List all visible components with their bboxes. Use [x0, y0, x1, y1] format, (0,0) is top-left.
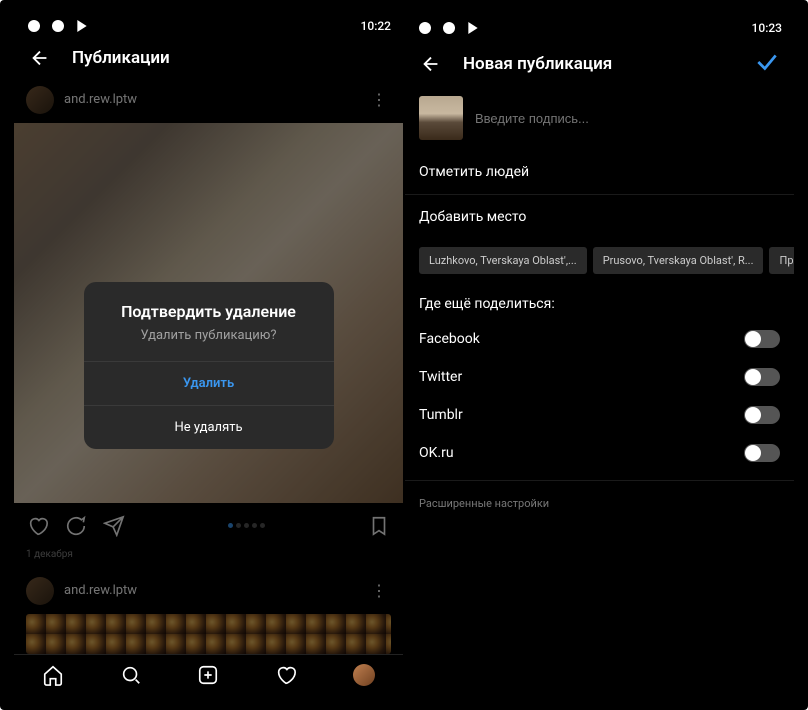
location-chip[interactable]: Прямух... — [769, 247, 794, 274]
tag-people-row[interactable]: Отметить людей — [405, 150, 794, 195]
app-header: Публикации — [14, 38, 403, 76]
modal-title: Подтвердить удаление — [84, 282, 334, 329]
viber-icon-2 — [441, 20, 457, 36]
modal-overlay: Подтвердить удаление Удалить публикацию?… — [14, 77, 403, 654]
back-button[interactable] — [419, 52, 443, 76]
status-bar: 10:23 — [405, 14, 794, 42]
toggle-okru[interactable] — [744, 444, 780, 462]
caption-row — [405, 86, 794, 150]
cancel-button[interactable]: Не удалять — [84, 405, 334, 449]
nav-activity-icon[interactable] — [273, 662, 299, 688]
app-header: Новая публикация — [405, 42, 794, 86]
nav-search-icon[interactable] — [118, 662, 144, 688]
share-label: Facebook — [419, 331, 480, 347]
share-label: Tumblr — [419, 407, 463, 423]
toggle-tumblr[interactable] — [744, 406, 780, 424]
confirm-delete-modal: Подтвердить удаление Удалить публикацию?… — [84, 282, 334, 450]
advanced-settings-row[interactable]: Расширенные настройки — [405, 480, 794, 526]
status-time: 10:22 — [361, 19, 391, 33]
share-section-title: Где ещё поделиться: — [405, 282, 794, 320]
add-location-row[interactable]: Добавить место — [405, 195, 794, 239]
phone-right: 10:23 Новая публикация Отметить людей До… — [405, 14, 794, 696]
play-store-icon — [465, 20, 481, 36]
toggle-facebook[interactable] — [744, 330, 780, 348]
page-title: Публикации — [72, 48, 389, 68]
post-thumbnail[interactable] — [419, 96, 463, 140]
viber-icon-2 — [50, 18, 66, 34]
status-bar: 10:22 — [14, 14, 403, 38]
confirm-button[interactable] — [754, 49, 780, 79]
page-title: Новая публикация — [463, 54, 734, 74]
share-label: OK.ru — [419, 445, 454, 461]
bottom-nav — [14, 654, 403, 696]
caption-input[interactable] — [475, 111, 780, 126]
back-button[interactable] — [28, 46, 52, 70]
location-chip[interactable]: Prusovo, Tverskaya Oblast', R... — [593, 247, 764, 274]
share-facebook-row: Facebook — [405, 320, 794, 358]
delete-button[interactable]: Удалить — [84, 361, 334, 405]
location-chip[interactable]: Luzhkovo, Tverskaya Oblast',... — [419, 247, 587, 274]
share-label: Twitter — [419, 369, 462, 385]
share-twitter-row: Twitter — [405, 358, 794, 396]
viber-icon — [417, 20, 433, 36]
phone-left: 10:22 Публикации and.rew.lptw ⋮ — [14, 14, 403, 696]
status-time: 10:23 — [752, 21, 782, 35]
nav-add-icon[interactable] — [195, 662, 221, 688]
play-store-icon — [74, 18, 90, 34]
nav-home-icon[interactable] — [40, 662, 66, 688]
location-chips: Luzhkovo, Tverskaya Oblast',... Prusovo,… — [405, 239, 794, 282]
nav-profile-icon[interactable] — [351, 662, 377, 688]
modal-subtitle: Удалить публикацию? — [84, 328, 334, 361]
share-tumblr-row: Tumblr — [405, 396, 794, 434]
toggle-twitter[interactable] — [744, 368, 780, 386]
viber-icon — [26, 18, 42, 34]
share-okru-row: OK.ru — [405, 434, 794, 472]
